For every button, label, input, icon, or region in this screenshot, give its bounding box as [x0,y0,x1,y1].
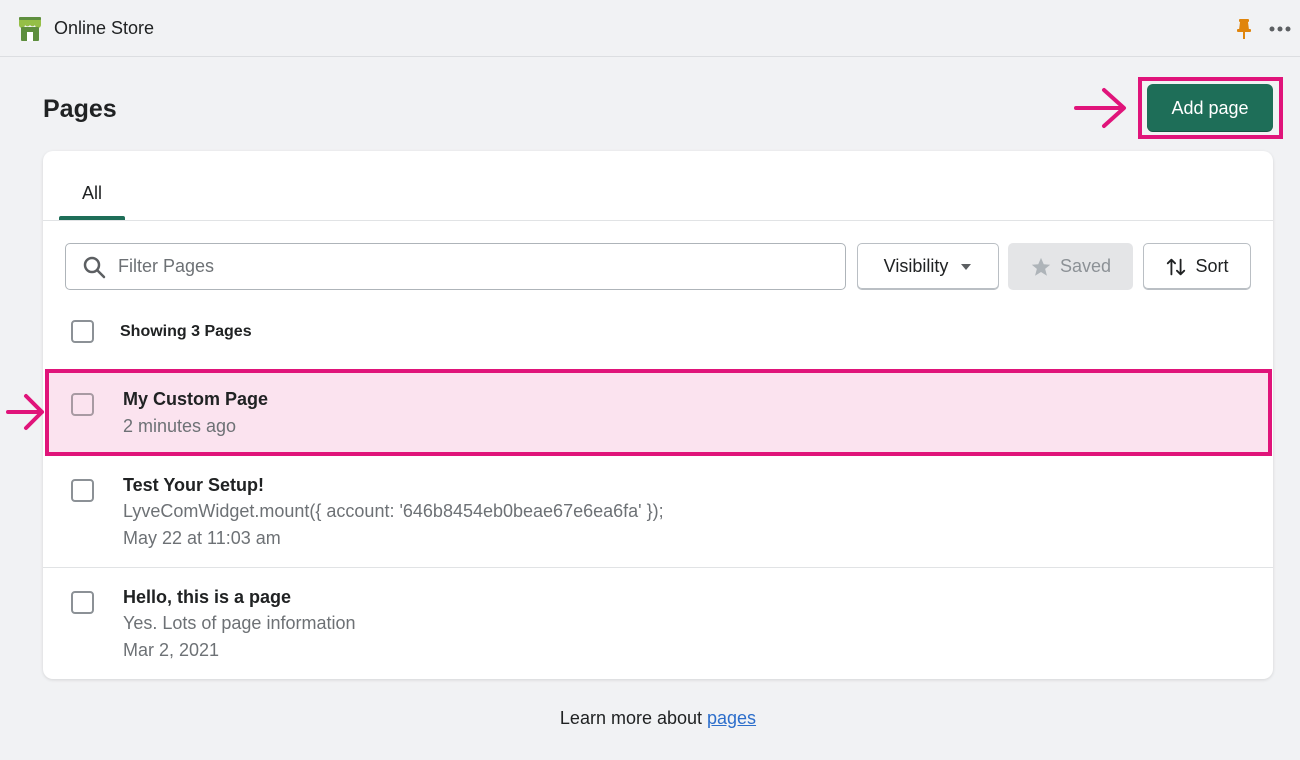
row-divider [43,567,1273,568]
row-excerpt: Yes. Lots of page information [123,613,356,633]
app-title: Online Store [54,18,155,38]
saved-button: Saved [1008,243,1133,290]
row-excerpt: LyveComWidget.mount({ account: '646b8454… [123,501,664,521]
add-page-button[interactable]: Add page [1147,84,1273,132]
row-checkbox[interactable] [71,479,94,502]
page-title: Pages [43,95,117,123]
top-bar: Online Store [0,0,1300,57]
pages-help-link[interactable]: pages [707,708,756,728]
row-title[interactable]: My Custom Page [123,389,268,410]
search-icon [83,256,106,279]
pin-icon[interactable] [1236,18,1252,40]
table-row[interactable] [45,369,1272,456]
footer-prefix: Learn more about [559,708,708,728]
row-checkbox[interactable] [71,393,94,416]
sort-button[interactable]: Sort [1143,243,1251,290]
caret-down-icon [961,263,972,270]
showing-count: Showing 3 Pages [120,323,252,340]
arrow-right-icon [6,394,44,430]
row-timestamp: May 22 at 11:03 am [123,528,281,548]
more-icon[interactable] [1268,22,1292,36]
select-all-checkbox[interactable] [71,320,94,343]
row-title[interactable]: Hello, this is a page [123,587,291,608]
row-timestamp: 2 minutes ago [123,416,237,436]
tab-all[interactable]: All [59,166,125,221]
row-title[interactable]: Test Your Setup! [123,475,264,496]
visibility-button[interactable]: Visibility [857,243,999,290]
sort-icon [1167,258,1186,275]
star-icon [1031,257,1051,276]
row-timestamp: Mar 2, 2021 [123,640,220,660]
row-checkbox[interactable] [71,591,94,614]
visibility-label: Visibility [883,256,949,276]
footer-help: Learn more about pages [0,708,1300,729]
arrow-right-icon [1074,88,1126,128]
sort-label: Sort [1195,256,1229,276]
saved-label: Saved [1059,256,1112,276]
search-input[interactable] [118,252,818,280]
tabs-divider [43,220,1273,221]
store-icon [19,17,41,41]
